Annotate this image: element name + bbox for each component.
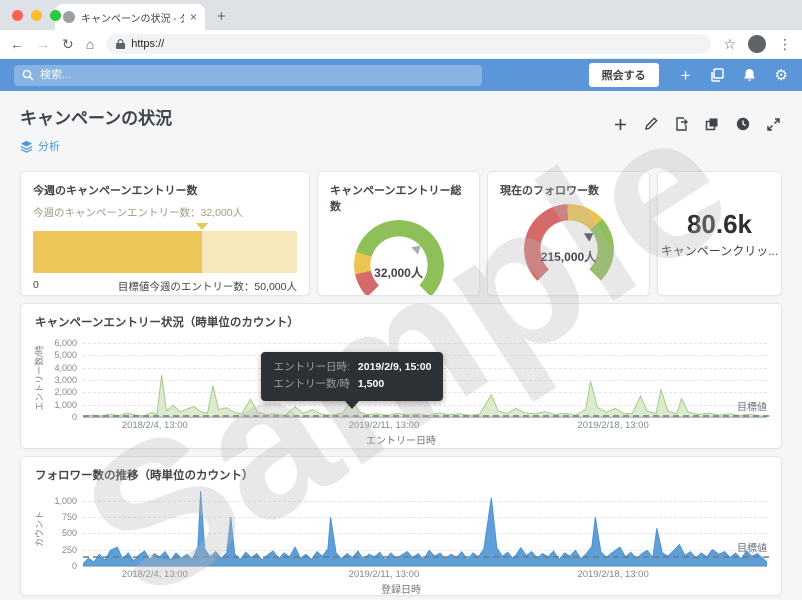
forward-icon[interactable]: →	[36, 36, 50, 52]
browser-tab-strip: キャンペーンの状況 - ダッシュボー × +	[0, 0, 802, 30]
x-tick-label: 2019/2/18, 13:00	[577, 420, 648, 431]
gear-icon[interactable]: ⚙	[775, 68, 788, 83]
new-tab-button[interactable]: +	[217, 8, 226, 25]
expand-icon[interactable]	[767, 118, 780, 131]
favicon	[63, 11, 75, 23]
chart-card-entries[interactable]: キャンペーンエントリー状況（時単位のカウント） エントリー数/時 6,000 5,…	[20, 303, 782, 449]
bar-min-label: 0	[33, 279, 39, 294]
tooltip-label: エントリー日時:	[273, 359, 349, 376]
x-tick-label: 2018/2/4, 13:00	[122, 420, 188, 431]
reload-icon[interactable]: ↻	[62, 36, 74, 53]
card-entry-week[interactable]: 今週のキャンペーンエントリー数 今週のキャンペーンエントリー数：32,000人 …	[20, 171, 310, 296]
copy-icon[interactable]	[705, 117, 719, 131]
tab-title: キャンペーンの状況 - ダッシュボー	[81, 10, 184, 25]
y-tick-label: 500	[62, 528, 77, 538]
search-input[interactable]	[40, 69, 474, 81]
chart-card-followers[interactable]: フォロワー数の推移（時単位のカウント） カウント 1,0007505002500…	[20, 456, 782, 596]
kpi-label: キャンペーンクリッ...	[661, 242, 778, 259]
window-controls[interactable]	[12, 10, 61, 21]
current-value-label: 今週のキャンペーンエントリー数：32,000人	[33, 205, 297, 220]
url-text: https://	[131, 38, 164, 50]
breadcrumb[interactable]: 分析	[20, 138, 782, 154]
bell-icon[interactable]	[743, 68, 756, 82]
followers-plot: 1,0007505002500目標値	[83, 491, 767, 567]
back-icon[interactable]: ←	[10, 36, 24, 52]
x-axis-label: 登録日時	[35, 581, 767, 596]
url-field[interactable]: https://	[106, 34, 711, 54]
chart-title: フォロワー数の推移（時単位のカウント）	[35, 467, 767, 483]
search-icon	[22, 69, 34, 81]
tooltip-value: 2019/2/9, 15:00	[358, 359, 432, 376]
query-button[interactable]: 照会する	[589, 63, 659, 87]
browser-menu-icon[interactable]: ⋮	[778, 36, 792, 53]
gauge-value: 215,000人	[524, 204, 614, 294]
category-link[interactable]: 分析	[38, 138, 60, 154]
tooltip-value: 1,500	[358, 376, 384, 393]
kpi-value: 80.6k	[687, 209, 752, 240]
x-axis-label: エントリー日時	[35, 432, 767, 447]
app-header: 照会する + ⚙	[0, 59, 802, 91]
y-tick-label: 0	[72, 561, 77, 571]
add-card-icon[interactable]	[614, 118, 627, 131]
y-tick-label: 4,000	[54, 363, 77, 373]
target-line	[83, 556, 769, 558]
y-tick-label: 1,000	[54, 400, 77, 410]
y-tick-label: 0	[72, 412, 77, 422]
x-tick-label: 2019/2/11, 13:00	[349, 569, 420, 580]
gauge-followers: 215,000人	[524, 204, 614, 294]
x-axis-ticks: 2018/2/4, 13:00 2019/2/11, 13:00 2019/2/18…	[83, 418, 767, 431]
y-tick-label: 6,000	[54, 338, 77, 348]
gauge-value: 32,000人	[354, 220, 444, 296]
y-tick-label: 2,000	[54, 387, 77, 397]
target-label: 目標値	[737, 540, 767, 555]
card-followers[interactable]: 現在のフォロワー数 215,000人	[487, 171, 650, 296]
progress-bar-fill	[33, 231, 202, 273]
y-tick-label: 5,000	[54, 350, 77, 360]
card-clicks[interactable]: 80.6k キャンペーンクリッ...	[657, 171, 782, 296]
y-axis-label: エントリー数/時	[33, 345, 46, 411]
layers-icon	[20, 140, 33, 153]
y-axis-label: カウント	[33, 511, 46, 547]
add-icon[interactable]: +	[681, 67, 691, 84]
page-actions	[614, 117, 780, 131]
bar-target-label: 目標値今週のエントリー数：50,000人	[118, 279, 297, 294]
browser-tab[interactable]: キャンペーンの状況 - ダッシュボー ×	[55, 4, 205, 30]
card-entry-total[interactable]: キャンペーンエントリー総数 32,000人	[317, 171, 480, 296]
chart-title: キャンペーンエントリー状況（時単位のカウント）	[35, 314, 767, 330]
history-icon[interactable]	[736, 117, 750, 131]
y-tick-label: 3,000	[54, 375, 77, 385]
target-label: 目標値	[737, 398, 767, 413]
minimize-window-button[interactable]	[31, 10, 42, 21]
edit-icon[interactable]	[644, 117, 658, 131]
maximize-window-button[interactable]	[50, 10, 61, 21]
x-tick-label: 2018/2/4, 13:00	[122, 569, 188, 580]
y-tick-label: 250	[62, 545, 77, 555]
home-icon[interactable]: ⌂	[86, 36, 94, 52]
export-icon[interactable]	[675, 117, 688, 131]
x-tick-label: 2019/2/18, 13:00	[577, 569, 648, 580]
card-title: 今週のキャンペーンエントリー数	[33, 182, 297, 198]
gauge-entry-total: 32,000人	[354, 220, 444, 296]
x-axis-ticks: 2018/2/4, 13:00 2019/2/11, 13:00 2019/2/18…	[83, 567, 767, 580]
browser-address-bar: ← → ↻ ⌂ https:// ☆ ⋮	[0, 30, 802, 59]
target-line	[83, 415, 769, 417]
chart-tooltip: エントリー日時: 2019/2/9, 15:00 エントリー数/時 1,500	[261, 352, 443, 401]
tooltip-caret-icon	[345, 401, 359, 409]
pages-icon[interactable]	[710, 68, 724, 82]
bar-marker-icon	[196, 223, 208, 230]
close-window-button[interactable]	[12, 10, 23, 21]
tooltip-label: エントリー数/時	[273, 376, 349, 393]
browser-avatar[interactable]	[748, 35, 766, 53]
dashboard-content: キャンペーンの状況 分析 今週のキャンペーンエントリー数 今週のキャンペーンエ	[0, 91, 802, 600]
lock-icon	[116, 39, 125, 50]
y-tick-label: 1,000	[54, 496, 77, 506]
y-tick-label: 750	[62, 512, 77, 522]
progress-bar	[33, 231, 297, 273]
x-tick-label: 2019/2/11, 13:00	[349, 420, 420, 431]
search-box[interactable]	[14, 65, 482, 86]
tab-close-icon[interactable]: ×	[190, 10, 197, 24]
kpi-card-row: 今週のキャンペーンエントリー数 今週のキャンペーンエントリー数：32,000人 …	[20, 171, 782, 296]
bookmark-star-icon[interactable]: ☆	[723, 36, 736, 53]
